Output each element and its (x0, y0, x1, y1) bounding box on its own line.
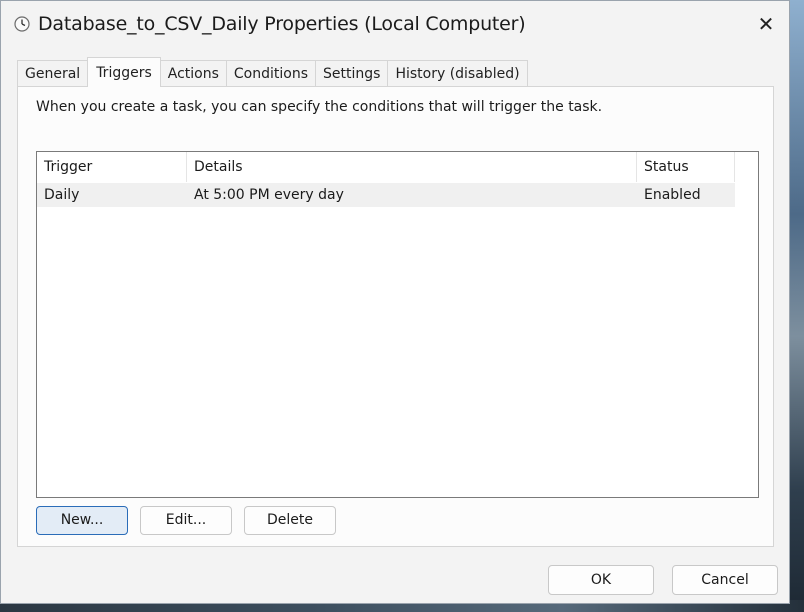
ok-button[interactable]: OK (548, 565, 654, 595)
window-title: Database_to_CSV_Daily Properties (Local … (38, 13, 526, 35)
cancel-button[interactable]: Cancel (672, 565, 778, 595)
close-button[interactable]: ✕ (743, 1, 789, 47)
tab-general[interactable]: General (17, 60, 89, 87)
cell-status: Enabled (644, 187, 701, 203)
tab-triggers[interactable]: Triggers (87, 57, 161, 87)
close-icon: ✕ (757, 13, 775, 36)
properties-dialog: Database_to_CSV_Daily Properties (Local … (0, 0, 790, 604)
list-header: Trigger Details Status (37, 152, 735, 182)
tab-strip: General Triggers Actions Conditions Sett… (17, 57, 528, 87)
tab-settings[interactable]: Settings (315, 60, 389, 87)
column-header-status[interactable]: Status (637, 152, 735, 182)
tab-history[interactable]: History (disabled) (387, 60, 528, 87)
delete-trigger-button[interactable]: Delete (244, 506, 336, 535)
tab-actions[interactable]: Actions (159, 60, 227, 87)
column-header-details[interactable]: Details (187, 152, 637, 182)
desktop-wallpaper (790, 0, 804, 612)
triggers-description: When you create a task, you can specify … (36, 99, 603, 115)
new-trigger-button[interactable]: New... (36, 506, 128, 535)
triggers-tab-page: When you create a task, you can specify … (17, 86, 774, 547)
column-header-trigger[interactable]: Trigger (37, 152, 187, 182)
tab-conditions[interactable]: Conditions (225, 60, 317, 87)
title-bar[interactable]: Database_to_CSV_Daily Properties (Local … (1, 1, 789, 47)
triggers-list[interactable]: Trigger Details Status Daily At 5:00 PM … (36, 151, 759, 498)
edit-trigger-button[interactable]: Edit... (140, 506, 232, 535)
cell-details: At 5:00 PM every day (194, 187, 344, 203)
clock-icon (14, 16, 30, 32)
table-row[interactable]: Daily At 5:00 PM every day Enabled (37, 183, 735, 207)
cell-trigger: Daily (44, 187, 80, 203)
